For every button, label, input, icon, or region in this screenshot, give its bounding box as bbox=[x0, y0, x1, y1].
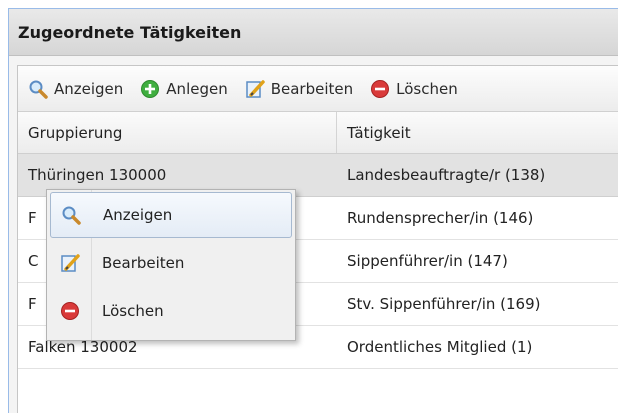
delete-button-label: Löschen bbox=[396, 79, 458, 98]
add-button-label: Anlegen bbox=[166, 79, 228, 98]
toolbar: Anzeigen Anlegen Bearbeiten Löschen bbox=[18, 66, 618, 112]
cell-taetigkeit: Stv. Sippenführer/in (169) bbox=[347, 295, 541, 313]
view-button[interactable]: Anzeigen bbox=[28, 79, 123, 99]
delete-icon bbox=[370, 79, 390, 99]
column-header-gruppierung[interactable]: Gruppierung bbox=[18, 112, 337, 153]
add-button[interactable]: Anlegen bbox=[140, 79, 228, 99]
cell-taetigkeit: Ordentliches Mitglied (1) bbox=[347, 338, 533, 356]
delete-button[interactable]: Löschen bbox=[370, 79, 458, 99]
column-header-taetigkeit[interactable]: Tätigkeit bbox=[337, 112, 618, 153]
magnifier-icon bbox=[28, 79, 48, 99]
delete-icon bbox=[60, 301, 80, 321]
edit-button-label: Bearbeiten bbox=[270, 79, 354, 98]
view-button-label: Anzeigen bbox=[54, 79, 124, 98]
context-menu-label: Löschen bbox=[102, 302, 164, 320]
magnifier-icon bbox=[61, 205, 81, 225]
edit-icon bbox=[245, 79, 265, 99]
context-menu-label: Bearbeiten bbox=[102, 254, 185, 272]
grid-header: Gruppierung Tätigkeit bbox=[18, 112, 618, 154]
add-icon bbox=[140, 79, 160, 99]
edit-button[interactable]: Bearbeiten bbox=[245, 79, 353, 99]
cell-taetigkeit: Rundensprecher/in (146) bbox=[347, 209, 534, 227]
context-menu: Anzeigen Bearbeiten Löschen bbox=[46, 189, 296, 341]
cell-taetigkeit: Landesbeauftragte/r (138) bbox=[347, 166, 546, 184]
context-menu-item-delete[interactable]: Löschen bbox=[50, 288, 292, 334]
context-menu-label: Anzeigen bbox=[103, 206, 173, 224]
context-menu-item-view[interactable]: Anzeigen bbox=[50, 192, 292, 238]
context-menu-item-edit[interactable]: Bearbeiten bbox=[50, 240, 292, 286]
edit-icon bbox=[60, 253, 80, 273]
cell-taetigkeit: Sippenführer/in (147) bbox=[347, 252, 508, 270]
panel-title: Zugeordnete Tätigkeiten bbox=[9, 9, 618, 56]
